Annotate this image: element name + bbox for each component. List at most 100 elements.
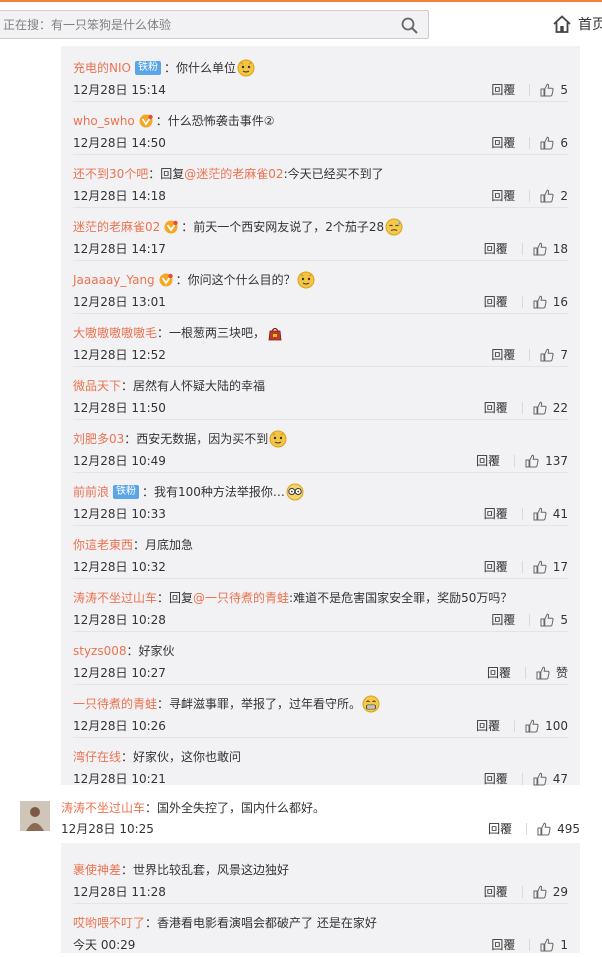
like-icon[interactable]	[533, 242, 547, 256]
home-link[interactable]: 首页	[552, 13, 602, 35]
action-divider	[521, 243, 523, 255]
reply-button[interactable]: 回覆	[484, 557, 508, 577]
like-count: 17	[552, 560, 568, 574]
like-icon[interactable]	[540, 83, 554, 97]
reply-username[interactable]: 还不到30个吧	[73, 164, 148, 184]
reply-actions: 回覆 5	[491, 610, 568, 630]
reply-button[interactable]: 回覆	[487, 663, 511, 683]
reply-username[interactable]: 微品天下	[73, 376, 121, 396]
reply-button[interactable]: 回覆	[488, 819, 512, 839]
avatar[interactable]	[20, 801, 50, 831]
reply-content: 大嗷嗷嗷嗷嗷毛 ：一根葱两三块吧，	[73, 323, 284, 343]
comment-username[interactable]: 涛涛不坐过山车	[61, 801, 145, 815]
reply-username[interactable]: 刘肥多03	[73, 429, 124, 449]
like-count: 22	[552, 401, 568, 415]
reply-button[interactable]: 回覆	[491, 80, 515, 100]
reply-time: 12月28日 14:17	[73, 242, 166, 256]
doge-emoji-icon	[237, 59, 255, 77]
reply-prefix: ：回复	[157, 591, 194, 605]
like-icon[interactable]	[533, 885, 547, 899]
reply-button[interactable]: 回覆	[476, 716, 500, 736]
action-divider	[526, 823, 528, 835]
reply-time: 12月28日 10:28	[73, 613, 166, 627]
like-icon[interactable]	[537, 822, 551, 836]
reply-actions: 回覆 17	[484, 557, 568, 577]
like-count: 29	[552, 885, 568, 899]
reply-content: 前前浪 铁粉 ：我有100种方法举报你…	[73, 482, 304, 502]
search-box[interactable]	[0, 10, 429, 39]
like-icon[interactable]	[525, 454, 539, 468]
reply-username[interactable]: 充电的NIO	[73, 58, 131, 78]
like-icon[interactable]	[533, 295, 547, 309]
reply-button[interactable]: 回覆	[484, 504, 508, 524]
like-icon[interactable]	[540, 613, 554, 627]
reply-time: 12月28日 10:33	[73, 507, 166, 521]
mention-link[interactable]: @一只待煮的青蛙	[193, 588, 289, 608]
reply-button[interactable]: 回覆	[491, 345, 515, 365]
reply-username[interactable]: 哎哟喂不叮了	[73, 913, 145, 933]
reply-button[interactable]: 回覆	[484, 769, 508, 789]
reply-item: 迷茫的老麻雀02 ：前天一个西安网友说了，2个茄子28 12月28日 14:17 回覆…	[73, 208, 568, 261]
reply-button[interactable]: 回覆	[484, 398, 508, 418]
reply-button[interactable]: 回覆	[484, 882, 508, 902]
reply-item: 大嗷嗷嗷嗷嗷毛 ：一根葱两三块吧， 12月28日 12:52 回覆 7	[73, 314, 568, 367]
reply-button[interactable]: 回覆	[484, 239, 508, 259]
reply-username[interactable]: 一只待煮的青蛙	[73, 694, 157, 714]
like-icon[interactable]	[540, 938, 554, 952]
grin-emoji-icon	[362, 695, 380, 713]
reply-username[interactable]: Jaaaaay_Yang	[73, 270, 155, 290]
like-icon[interactable]	[533, 507, 547, 521]
like-icon[interactable]	[525, 719, 539, 733]
reply-button[interactable]: 回覆	[491, 935, 515, 955]
search-icon[interactable]	[401, 17, 418, 34]
action-divider	[521, 773, 523, 785]
like-count: 47	[552, 772, 568, 786]
reply-username[interactable]: 前前浪	[73, 482, 109, 502]
reply-username[interactable]: 迷茫的老麻雀02	[73, 217, 160, 237]
reply-time: 12月28日 13:01	[73, 295, 166, 309]
like-icon[interactable]	[540, 348, 554, 362]
reply-prefix: ：回复	[148, 167, 185, 181]
reply-time: 12月28日 10:27	[73, 666, 166, 680]
reply-content: 涛涛不坐过山车 ：回复 @一只待煮的青蛙:难道不是危害国家安全罪，奖励50万吗？	[73, 588, 512, 608]
like-icon[interactable]	[536, 666, 550, 680]
reply-item: 湾仔在线 ：好家伙，这你也敢问 12月28日 10:21 回覆 47	[73, 738, 568, 791]
mention-link[interactable]: @迷茫的老麻雀02	[184, 164, 283, 184]
reply-username[interactable]: 涛涛不坐过山车	[73, 588, 157, 608]
reply-username[interactable]: 大嗷嗷嗷嗷嗷毛	[73, 323, 157, 343]
reply-button[interactable]: 回覆	[476, 451, 500, 471]
reply-button[interactable]: 回覆	[484, 292, 508, 312]
reply-button[interactable]: 回覆	[491, 186, 515, 206]
reply-text: :难道不是危害国家安全罪，奖励50万吗？	[289, 591, 513, 605]
reply-text: ：什么恐怖袭击事件②	[155, 114, 275, 128]
like-count: 100	[545, 719, 568, 733]
reply-actions: 回覆 41	[484, 504, 568, 524]
action-divider	[521, 886, 523, 898]
reply-actions: 回覆 6	[491, 133, 568, 153]
reply-list-2: 裹使神差 ：世界比较乱套，风景这边独好 12月28日 11:28 回覆 29 哎哟喂不叮了…	[61, 843, 580, 953]
action-divider	[524, 667, 526, 679]
reply-item: 哎哟喂不叮了 ：香港看电影看演唱会都破产了 还是在家好 今天 00:29 回覆 1	[73, 904, 568, 957]
reply-button[interactable]: 回覆	[491, 133, 515, 153]
like-icon[interactable]	[540, 136, 554, 150]
reply-username[interactable]: 裹使神差	[73, 860, 121, 880]
like-icon[interactable]	[540, 189, 554, 203]
action-divider	[521, 402, 523, 414]
reply-content: styzs008 ：好家伙	[73, 641, 175, 661]
reply-content: 充电的NIO 铁粉 ：你什么单位	[73, 58, 255, 78]
like-icon[interactable]	[533, 772, 547, 786]
reply-item: 微品天下 ：居然有人怀疑大陆的幸福 12月28日 11:50 回覆 22	[73, 367, 568, 420]
reply-username[interactable]: 湾仔在线	[73, 747, 121, 767]
reply-actions: 回覆 赞	[487, 663, 568, 683]
like-icon[interactable]	[533, 560, 547, 574]
reply-username[interactable]: 你這老東西	[73, 535, 133, 555]
reply-text: ：西安无数据，因为买不到	[124, 432, 269, 446]
comment-actions: 回覆 495	[488, 819, 580, 839]
reply-username[interactable]: styzs008	[73, 641, 127, 661]
like-icon[interactable]	[533, 401, 547, 415]
reply-username[interactable]: who_swho	[73, 111, 135, 131]
reply-item: styzs008 ：好家伙 12月28日 10:27 回覆 赞	[73, 632, 568, 685]
reply-button[interactable]: 回覆	[491, 610, 515, 630]
search-input[interactable]	[3, 15, 383, 34]
like-count: 18	[552, 242, 568, 256]
